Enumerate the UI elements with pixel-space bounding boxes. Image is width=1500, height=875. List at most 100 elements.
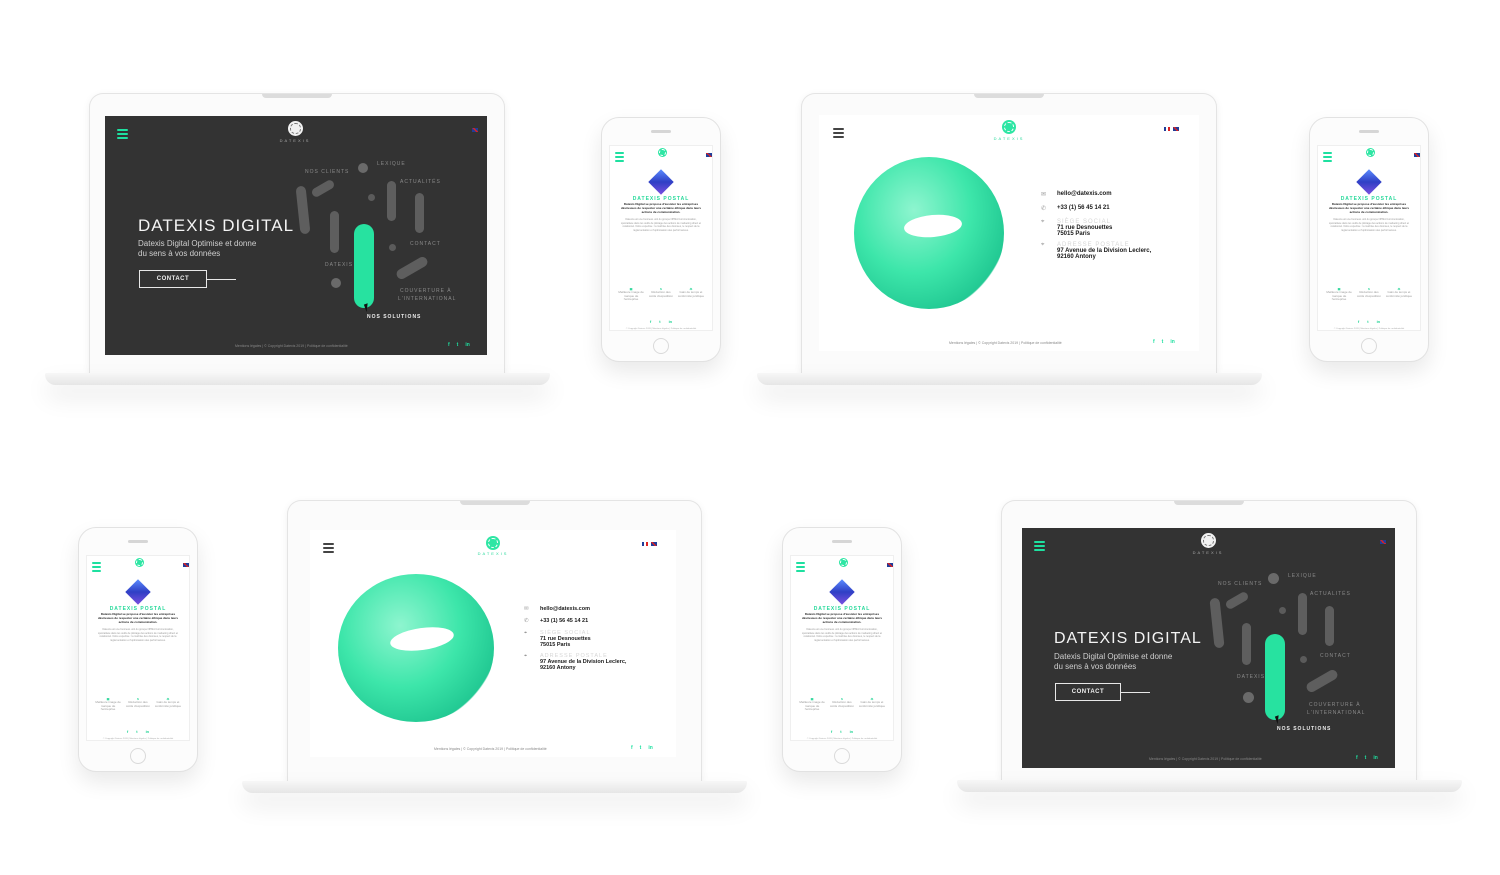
menu-icon[interactable] (833, 128, 844, 140)
linkedin-icon[interactable]: in (1373, 755, 1377, 761)
footer-mentions-link[interactable]: Mentions légales (235, 344, 261, 348)
label-contact[interactable]: CONTACT (1320, 653, 1351, 659)
twitter-icon[interactable]: t (659, 319, 660, 324)
email-link[interactable]: hello@datexis.com (540, 606, 590, 612)
network-node[interactable] (1268, 573, 1279, 584)
linkedin-icon[interactable]: in (465, 342, 469, 348)
language-flag-icon[interactable] (642, 542, 648, 546)
label-actualites[interactable]: ACTUALITÉS (1310, 591, 1351, 597)
label-lexique[interactable]: LEXIQUE (377, 161, 406, 167)
network-node[interactable] (1243, 692, 1254, 703)
language-flag-icon[interactable] (651, 542, 657, 546)
facebook-icon[interactable]: f (1153, 339, 1155, 345)
facebook-icon[interactable]: f (448, 342, 450, 348)
datexis-logo-icon[interactable] (135, 558, 144, 567)
datexis-logo-icon[interactable] (658, 148, 667, 157)
hero-title: DATEXIS DIGITAL (1054, 630, 1202, 647)
footer-mentions-link[interactable]: Mentions légales (1149, 757, 1175, 761)
label-nos-clients[interactable]: NOS CLIENTS (305, 169, 349, 175)
facebook-icon[interactable]: f (650, 319, 651, 324)
language-flag-icon[interactable] (472, 128, 478, 132)
language-flag-icon[interactable] (887, 563, 893, 567)
datexis-logo-icon[interactable] (1201, 533, 1216, 548)
phone-features: ▣ Meilleure image de marque de l'entrepri… (93, 697, 183, 712)
contact-button[interactable]: CONTACT (1055, 683, 1150, 701)
menu-icon[interactable] (323, 543, 334, 555)
menu-icon[interactable] (615, 152, 624, 164)
contact-screen: DATEXIS ✉ hello@datexis.com ✆ +33 (1) 56 4… (310, 530, 676, 757)
datexis-logo-icon[interactable] (1366, 148, 1375, 157)
footer-privacy-link[interactable]: Politique de confidentialité (1021, 341, 1062, 345)
footer-mentions-link[interactable]: Mentions légales (949, 341, 975, 345)
language-flag-icon[interactable] (1164, 127, 1170, 131)
footer-privacy-link[interactable]: Politique de confidentialité (307, 344, 348, 348)
twitter-icon[interactable]: t (1365, 755, 1367, 761)
menu-icon[interactable] (796, 562, 805, 574)
postal-city: 92160 Antony (540, 665, 576, 671)
language-flag-icon[interactable] (1414, 153, 1420, 157)
datexis-logo-icon[interactable] (839, 558, 848, 567)
facebook-icon[interactable]: f (631, 745, 633, 751)
twitter-icon[interactable]: t (840, 729, 841, 734)
network-node (368, 194, 375, 201)
contact-button[interactable]: CONTACT (139, 270, 236, 288)
label-couverture[interactable]: COUVERTURE À (400, 288, 452, 294)
footer-mentions-link[interactable]: Mentions légales (434, 747, 460, 751)
linkedin-icon[interactable]: in (146, 729, 150, 734)
label-international[interactable]: L'INTERNATIONAL (1307, 710, 1365, 716)
email-link[interactable]: hello@datexis.com (1057, 191, 1112, 197)
footer-privacy-link[interactable]: Politique de confidentialité (1221, 757, 1262, 761)
phone-footer: © Copyright Datexis 2019 | Mentions léga… (102, 738, 174, 740)
solutions-node[interactable] (354, 224, 374, 308)
datexis-logo-icon[interactable] (1002, 120, 1016, 134)
network-link (295, 185, 311, 235)
twitter-icon[interactable]: t (1367, 319, 1368, 324)
phone-link[interactable]: +33 (1) 56 45 14 21 (540, 618, 588, 624)
label-datexis[interactable]: DATEXIS (325, 262, 353, 268)
social-links: f t in (631, 745, 653, 751)
language-flag-icon[interactable] (706, 153, 712, 157)
language-flag-icon[interactable] (1380, 540, 1386, 544)
label-couverture[interactable]: COUVERTURE À (1309, 702, 1361, 708)
twitter-icon[interactable]: t (1162, 339, 1164, 345)
footer-privacy-link[interactable]: Politique de confidentialité (506, 747, 547, 751)
office-city: 75015 Paris (540, 642, 571, 648)
datexis-logo-icon[interactable] (288, 121, 303, 136)
phone-features: ▣ Meilleure image de marque de l'entrepri… (616, 287, 706, 302)
phone-link[interactable]: +33 (1) 56 45 14 21 (1057, 205, 1110, 211)
linkedin-icon[interactable]: in (1377, 319, 1381, 324)
label-international[interactable]: L'INTERNATIONAL (398, 296, 456, 302)
network-node[interactable] (331, 278, 341, 288)
feature-label: Meilleure image de marque de l'entrepris… (618, 290, 644, 302)
linkedin-icon[interactable]: in (850, 729, 854, 734)
twitter-icon[interactable]: t (640, 745, 642, 751)
menu-icon[interactable] (1323, 152, 1332, 164)
facebook-icon[interactable]: f (127, 729, 128, 734)
linkedin-icon[interactable]: in (648, 745, 652, 751)
menu-icon[interactable] (92, 562, 101, 574)
datexis-logo-icon[interactable] (486, 536, 500, 550)
nos-solutions-label[interactable]: NOS SOLUTIONS (367, 314, 421, 320)
footer-separator: | (1019, 341, 1020, 345)
menu-icon[interactable] (117, 129, 128, 141)
location-icon: ⌖ (524, 653, 528, 659)
label-lexique[interactable]: LEXIQUE (1288, 573, 1317, 579)
label-actualites[interactable]: ACTUALITÉS (400, 179, 441, 185)
facebook-icon[interactable]: f (1356, 755, 1358, 761)
label-nos-clients[interactable]: NOS CLIENTS (1218, 581, 1262, 587)
twitter-icon[interactable]: t (136, 729, 137, 734)
linkedin-icon[interactable]: in (1170, 339, 1174, 345)
twitter-icon[interactable]: t (457, 342, 459, 348)
network-node[interactable] (358, 163, 368, 173)
solutions-node[interactable] (1265, 634, 1285, 720)
phone-footer: © Copyright Datexis 2019 | Mentions léga… (625, 328, 697, 330)
linkedin-icon[interactable]: in (669, 319, 673, 324)
nos-solutions-label[interactable]: NOS SOLUTIONS (1277, 726, 1331, 732)
facebook-icon[interactable]: f (831, 729, 832, 734)
menu-icon[interactable] (1034, 541, 1045, 553)
label-contact[interactable]: CONTACT (410, 241, 441, 247)
facebook-icon[interactable]: f (1358, 319, 1359, 324)
language-flag-icon[interactable] (1173, 127, 1179, 131)
language-flag-icon[interactable] (183, 563, 189, 567)
label-datexis[interactable]: DATEXIS (1237, 674, 1265, 680)
